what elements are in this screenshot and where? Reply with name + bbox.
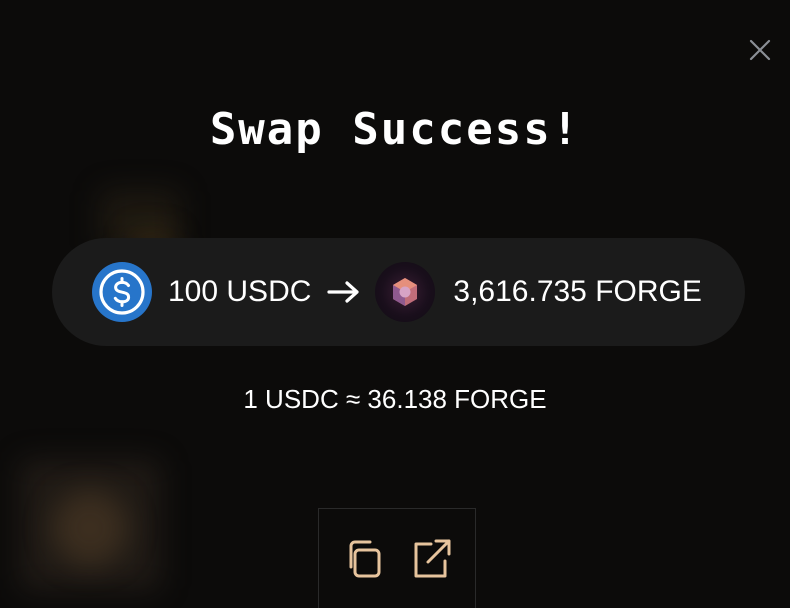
arrow-right-icon [327, 280, 361, 304]
background-blur [52, 490, 128, 566]
close-button[interactable] [746, 36, 774, 64]
external-link-icon [414, 539, 451, 578]
to-amount: 3,616.735 FORGE [453, 275, 702, 308]
from-amount: 100 USDC [168, 275, 312, 308]
modal-title: Swap Success! [209, 104, 581, 155]
swap-summary: 100 USDC 3,616.735 FORGE [52, 238, 745, 346]
usdc-icon [92, 262, 152, 322]
copy-icon [349, 540, 381, 578]
external-link-button[interactable] [409, 537, 453, 581]
close-icon [749, 39, 771, 61]
action-bar [318, 508, 476, 608]
forge-icon [375, 262, 436, 322]
copy-button[interactable] [341, 537, 385, 581]
exchange-rate: 1 USDC ≈ 36.138 FORGE [243, 384, 547, 414]
